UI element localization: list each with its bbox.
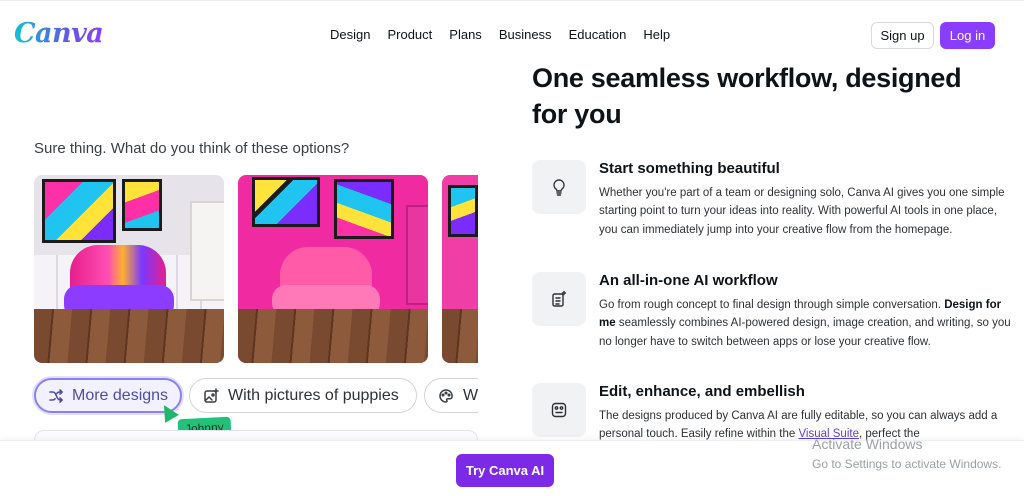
feature-description-text: seamlessly combines AI-powered design, i…	[599, 317, 1011, 348]
feature-title: Edit, enhance, and embellish	[599, 383, 805, 400]
nav-plans[interactable]: Plans	[449, 25, 482, 45]
chip-label: With pictures of puppies	[228, 386, 399, 404]
windows-activation-watermark-title: Activate Windows	[812, 436, 923, 452]
wall-art	[122, 179, 162, 231]
feature-description-text: Go from rough concept to final design th…	[599, 299, 945, 311]
wall-art	[42, 179, 116, 243]
nav-product[interactable]: Product	[387, 25, 432, 45]
truncated-option-chip[interactable]: Wit	[424, 378, 478, 413]
features-section: One seamless workflow, designed for you …	[478, 0, 1024, 440]
design-option-image-1[interactable]	[34, 175, 224, 363]
nav-design[interactable]: Design	[330, 25, 370, 45]
wood-floor	[34, 309, 224, 363]
fireplace	[406, 205, 428, 305]
wall-art	[448, 185, 478, 237]
wood-floor	[238, 309, 428, 363]
assistant-message: Sure thing. What do you think of these o…	[34, 140, 350, 157]
design-option-image-3[interactable]	[442, 175, 478, 363]
fireplace	[190, 201, 224, 301]
with-pictures-of-puppies-chip[interactable]: With pictures of puppies	[189, 378, 417, 413]
try-canva-ai-button[interactable]: Try Canva AI	[456, 454, 554, 487]
magic-edit-icon	[532, 383, 586, 437]
chip-label: More designs	[72, 386, 169, 404]
windows-activation-watermark-subtitle: Go to Settings to activate Windows.	[812, 457, 1002, 471]
feature-description: Whether you're part of a team or designi…	[599, 187, 1005, 236]
wall-art	[252, 177, 320, 227]
lightbulb-icon	[532, 160, 586, 214]
shuffle-icon	[48, 387, 64, 405]
palette-icon	[437, 387, 455, 405]
feature-description: The designs produced by Canva AI are ful…	[599, 407, 1014, 440]
section-headline: One seamless workflow, designed for you	[532, 63, 962, 129]
feature-title: Start something beautiful	[599, 160, 780, 177]
document-sparkle-icon	[532, 272, 586, 326]
chat-input-box[interactable]	[34, 430, 478, 440]
feature-title: An all-in-one AI workflow	[599, 272, 778, 289]
canva-logo[interactable]: Canva	[14, 18, 104, 49]
chip-label: Wit	[463, 386, 478, 404]
image-plus-icon	[202, 387, 220, 405]
wood-floor	[442, 309, 478, 363]
feature-description: Go from rough concept to final design th…	[599, 296, 1014, 351]
ai-chat-demo: Sure thing. What do you think of these o…	[0, 68, 478, 440]
wall-art	[334, 179, 394, 239]
design-option-image-2[interactable]	[238, 175, 428, 363]
